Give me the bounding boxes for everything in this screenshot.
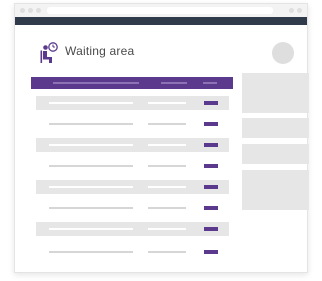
- header-cell: [161, 82, 187, 84]
- table-cell: [148, 228, 186, 230]
- table-cell: [49, 251, 133, 253]
- browser-window: Waiting area: [14, 3, 309, 273]
- window-control-dot[interactable]: [28, 8, 33, 13]
- side-panel: [242, 73, 309, 113]
- row-action-button[interactable]: [204, 122, 218, 126]
- table-cell: [148, 186, 186, 188]
- table-cell: [148, 123, 186, 125]
- side-panel: [242, 118, 309, 138]
- table-cell: [49, 102, 133, 104]
- table-cell: [148, 144, 186, 146]
- table-cell: [49, 123, 133, 125]
- table-cell: [148, 251, 186, 253]
- table-row[interactable]: [36, 117, 229, 131]
- table-cell: [49, 165, 133, 167]
- seated-person-clock-icon: [40, 42, 58, 63]
- table-cell: [49, 144, 133, 146]
- table-row[interactable]: [36, 245, 229, 259]
- table-cell: [148, 207, 186, 209]
- table-row[interactable]: [36, 138, 229, 152]
- header-cell: [203, 82, 217, 84]
- table-header: [31, 77, 233, 89]
- row-action-button[interactable]: [204, 164, 218, 168]
- table-row[interactable]: [36, 201, 229, 215]
- page-title: Waiting area: [65, 44, 135, 58]
- side-panel: [242, 170, 309, 210]
- table-cell: [148, 102, 186, 104]
- row-action-button[interactable]: [204, 227, 218, 231]
- window-control-dot[interactable]: [36, 8, 41, 13]
- row-action-button[interactable]: [204, 143, 218, 147]
- window-action-dot[interactable]: [297, 8, 302, 13]
- row-action-button[interactable]: [204, 101, 218, 105]
- address-bar[interactable]: [47, 7, 273, 14]
- row-action-button[interactable]: [204, 185, 218, 189]
- window-titlebar: [15, 4, 307, 17]
- window-action-dot[interactable]: [289, 8, 294, 13]
- table-cell: [148, 165, 186, 167]
- table-row[interactable]: [36, 96, 229, 110]
- header-cell: [53, 82, 139, 84]
- row-action-button[interactable]: [204, 250, 218, 254]
- window-control-dot[interactable]: [20, 8, 25, 13]
- table-row[interactable]: [36, 180, 229, 194]
- row-action-button[interactable]: [204, 206, 218, 210]
- side-panel: [242, 144, 309, 164]
- table-cell: [49, 207, 133, 209]
- table-row[interactable]: [36, 222, 229, 236]
- user-avatar[interactable]: [272, 42, 294, 64]
- table-row[interactable]: [36, 159, 229, 173]
- table-cell: [49, 186, 133, 188]
- app-top-bar: [15, 17, 307, 25]
- table-cell: [49, 228, 133, 230]
